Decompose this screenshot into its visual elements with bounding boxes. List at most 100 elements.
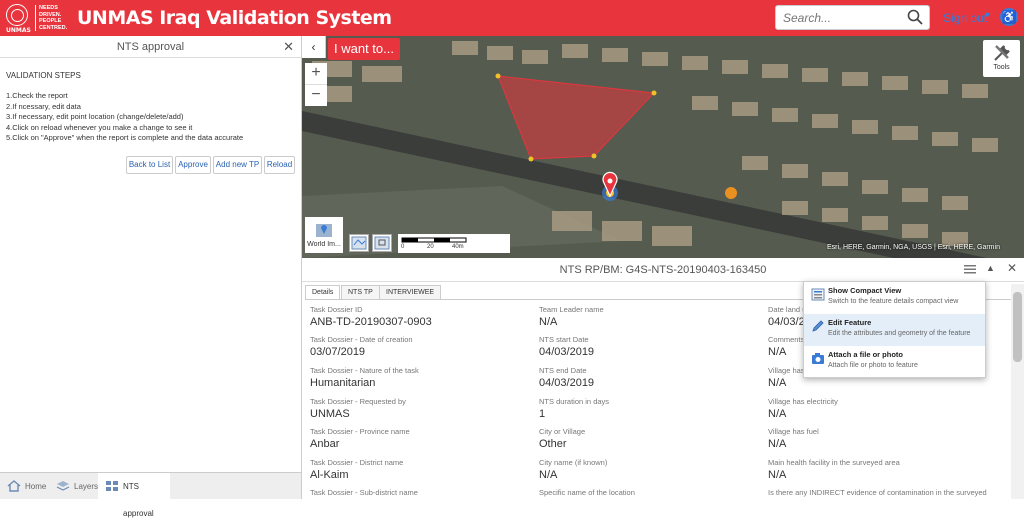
menu-item-attach-file[interactable]: Attach a file or photo Attach file or ph… [804,346,985,378]
tools-button[interactable]: Tools [983,40,1020,77]
field-value: Humanitarian [310,377,376,389]
field-label: NTS end Date [539,366,587,375]
field-district-name: Task Dossier - District name Al-Kaim [310,458,530,481]
panel-title: NTS approval [116,41,185,53]
tab-interviewee[interactable]: INTERVIEWEE [379,285,442,300]
tools-icon [993,45,1010,61]
field-label: Team Leader name [539,305,604,314]
field-label: Task Dossier - Requested by [310,397,406,406]
chevron-up-icon[interactable]: ▲ [986,263,995,273]
basemap-switcher[interactable]: World Im... [305,217,343,253]
field-value: 04/03/20 [768,316,808,328]
search-box[interactable] [775,5,930,30]
app-title: UNMAS Iraq Validation System [77,7,392,29]
i-want-to-button[interactable]: I want to... [328,38,400,60]
scale-label-20: 20 [427,244,434,250]
close-icon[interactable]: ✕ [283,36,294,58]
feature-title: NTS RP/BM: G4S-NTS-20190403-163450 [302,258,1024,282]
field-label: Task Dossier ID [310,305,363,314]
tab-nts-approval[interactable]: NTS approval [98,473,170,518]
feature-actions-menu: Show Compact View Switch to the feature … [803,281,986,378]
basemap-label: World Im... [307,241,341,248]
field-value: 04/03/2019 [539,346,595,358]
map-attribution: Esri, HERE, Garmin, NGA, USGS | Esri, HE… [827,244,1000,251]
satellite-imagery[interactable] [302,36,1024,258]
field-nts-end-date: NTS end Date 04/03/2019 [539,366,759,389]
layers-icon [56,481,70,491]
field-label: Task Dossier - District name [310,458,404,467]
scale-label-40: 40m [452,244,464,250]
zoom-out-button[interactable]: − [305,84,327,106]
field-label: Task Dossier - Sub-district name [310,488,418,497]
menu-item-compact-view[interactable]: Show Compact View Switch to the feature … [804,282,985,314]
scale-label-0: 0 [401,244,405,250]
field-nature-of-task: Task Dossier - Nature of the task Humanit… [310,366,530,389]
field-village-electricity: Village has electricity N/A [768,397,988,420]
field-requested-by: Task Dossier - Requested by UNMAS [310,397,530,420]
tab-home[interactable]: Home [0,473,50,500]
field-label: Main health facility in the surveyed are… [768,458,900,467]
field-province-name: Task Dossier - Province name Anbar [310,427,530,450]
add-new-tp-button[interactable]: Add new TP [213,156,262,174]
close-icon[interactable]: ✕ [1007,261,1017,275]
menu-item-title: Show Compact View [828,286,902,295]
collapse-panel-button[interactable]: ‹ [302,36,326,58]
field-city-name: City name (if known) N/A [539,458,759,481]
tab-layers[interactable]: Layers [49,473,99,500]
menu-item-title: Attach a file or photo [828,350,903,359]
tab-nts-tp[interactable]: NTS TP [341,285,380,300]
field-value: ANB-TD-20190307-0903 [310,316,432,328]
menu-item-desc: Switch to the feature details compact vi… [828,298,959,305]
field-label: Task Dossier - Date of creation [310,335,413,344]
field-value: Al-Kaim [310,469,349,481]
sign-out-link[interactable]: Sign out [943,11,987,25]
reload-button[interactable]: Reload [264,156,295,174]
logo-brand: UNMAS [6,27,31,34]
field-specific-location: Specific name of the location [539,488,759,497]
field-label: Date land u [768,305,807,314]
chevron-down-icon[interactable]: ▼ [983,10,992,20]
field-health-facility: Main health facility in the surveyed are… [768,458,988,481]
zoom-in-button[interactable]: + [305,63,327,85]
field-label: Task Dossier - Province name [310,427,410,436]
scale-bar: 0 20 40m [398,234,510,253]
field-label: NTS start Date [539,335,589,344]
map-view[interactable] [302,36,1024,258]
field-label: Village has fuel [768,427,819,436]
field-value: UNMAS [310,408,350,420]
field-label: Comments [768,335,805,344]
field-label: Specific name of the location [539,488,635,497]
field-label: Task Dossier - Nature of the task [310,366,419,375]
step-item: 5.Click on "Approve" when the report is … [6,133,244,142]
menu-item-title: Edit Feature [828,318,872,327]
menu-icon[interactable] [962,262,978,276]
field-label: Is there any INDIRECT evidence of contam… [768,488,987,497]
step-item: 2.If ncessary, edit data [6,101,81,111]
search-input[interactable] [776,6,904,29]
scrollbar-thumb[interactable] [1013,292,1022,362]
field-value: 03/07/2019 [310,346,366,358]
approve-button[interactable]: Approve [175,156,211,174]
overview-map-icon[interactable] [372,234,392,252]
field-value: Other [539,438,567,450]
back-to-list-button[interactable]: Back to List [126,156,173,174]
tab-details[interactable]: Details [305,285,341,300]
grid-icon [106,481,118,491]
accessibility-icon[interactable]: ♿ [1000,8,1018,26]
field-value: 1 [539,408,546,420]
menu-item-edit-feature[interactable]: Edit Feature Edit the attributes and geo… [804,314,985,346]
legend-icon[interactable] [349,234,369,252]
field-value: 04/03/2019 [539,377,595,389]
steps-title: VALIDATION STEPS [6,71,81,80]
menu-item-desc: Edit the attributes and geometry of the … [828,330,971,337]
map-pin-icon [316,224,332,237]
field-value: N/A [768,408,787,420]
field-value: N/A [768,469,787,481]
field-nts-start-date: NTS start Date 04/03/2019 [539,335,759,358]
step-item: 1.Check the report [6,91,68,100]
field-value: N/A [768,346,787,358]
field-date-land-use: Date land u 04/03/20 [768,305,808,328]
search-icon[interactable] [907,9,923,25]
details-scrollbar[interactable] [1011,284,1024,499]
field-village-has: Village has N/A [768,366,808,389]
